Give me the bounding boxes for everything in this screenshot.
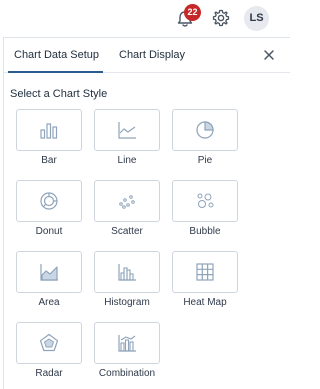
histogram-chart-icon (118, 264, 136, 281)
chart-style-donut-button[interactable] (16, 180, 82, 222)
top-bar: 22 LS (0, 0, 290, 36)
chart-style-bar-button[interactable] (16, 109, 82, 151)
chart-style-radar-button[interactable] (16, 322, 82, 364)
chart-style-bar[interactable]: Bar (16, 109, 82, 166)
chart-style-label: Donut (35, 226, 63, 237)
bar-chart-icon (40, 123, 58, 139)
scatter-chart-icon (119, 195, 135, 209)
chart-style-histogram-button[interactable] (94, 251, 160, 293)
chart-style-bubble[interactable]: Bubble (172, 180, 238, 237)
section-title: Select a Chart Style (10, 88, 108, 100)
chart-style-label: Histogram (104, 297, 150, 308)
chart-style-label: Combination (98, 368, 156, 379)
chart-style-scatter[interactable]: Scatter (94, 180, 160, 237)
chart-settings-panel: Chart Data Setup Chart Display Select a … (3, 37, 290, 389)
chart-style-line[interactable]: Line (94, 109, 160, 166)
chart-style-label: Radar (35, 368, 63, 379)
chart-style-pie-button[interactable] (172, 109, 238, 151)
radar-chart-icon (39, 333, 59, 352)
chart-style-label: Bar (41, 155, 57, 166)
chart-style-scatter-button[interactable] (94, 180, 160, 222)
tab-bar: Chart Data Setup Chart Display (4, 38, 290, 73)
bubble-chart-icon (197, 193, 214, 208)
chart-style-heat-map-button[interactable] (172, 251, 238, 293)
close-icon[interactable] (262, 48, 276, 62)
notification-badge[interactable]: 22 (184, 4, 201, 21)
chart-style-heat-map[interactable]: Heat Map (172, 251, 238, 308)
heat-map-icon (196, 263, 214, 281)
chart-style-histogram[interactable]: Histogram (94, 251, 160, 308)
area-chart-icon (40, 264, 58, 281)
chart-style-donut[interactable]: Donut (16, 180, 82, 237)
gear-icon[interactable] (211, 8, 231, 28)
chart-style-bubble-button[interactable] (172, 180, 238, 222)
chart-style-label: Line (117, 155, 137, 166)
chart-style-combination-button[interactable] (94, 322, 160, 364)
tab-chart-data-setup[interactable]: Chart Data Setup (8, 38, 103, 73)
chart-style-label: Area (38, 297, 60, 308)
chart-style-area-button[interactable] (16, 251, 82, 293)
chart-style-label: Pie (197, 155, 213, 166)
tab-chart-display[interactable]: Chart Display (119, 38, 185, 72)
chart-style-label: Scatter (111, 226, 143, 237)
line-chart-icon (118, 122, 136, 139)
chart-style-area[interactable]: Area (16, 251, 82, 308)
pie-chart-icon (196, 121, 214, 139)
chart-style-line-button[interactable] (94, 109, 160, 151)
chart-style-radar[interactable]: Radar (16, 322, 82, 379)
chart-style-combination[interactable]: Combination (94, 322, 160, 379)
donut-chart-icon (40, 192, 58, 210)
combination-chart-icon (118, 335, 136, 352)
chart-style-pie[interactable]: Pie (172, 109, 238, 166)
chart-style-label: Heat Map (183, 297, 227, 308)
avatar[interactable]: LS (244, 6, 269, 31)
chart-style-label: Bubble (189, 226, 221, 237)
